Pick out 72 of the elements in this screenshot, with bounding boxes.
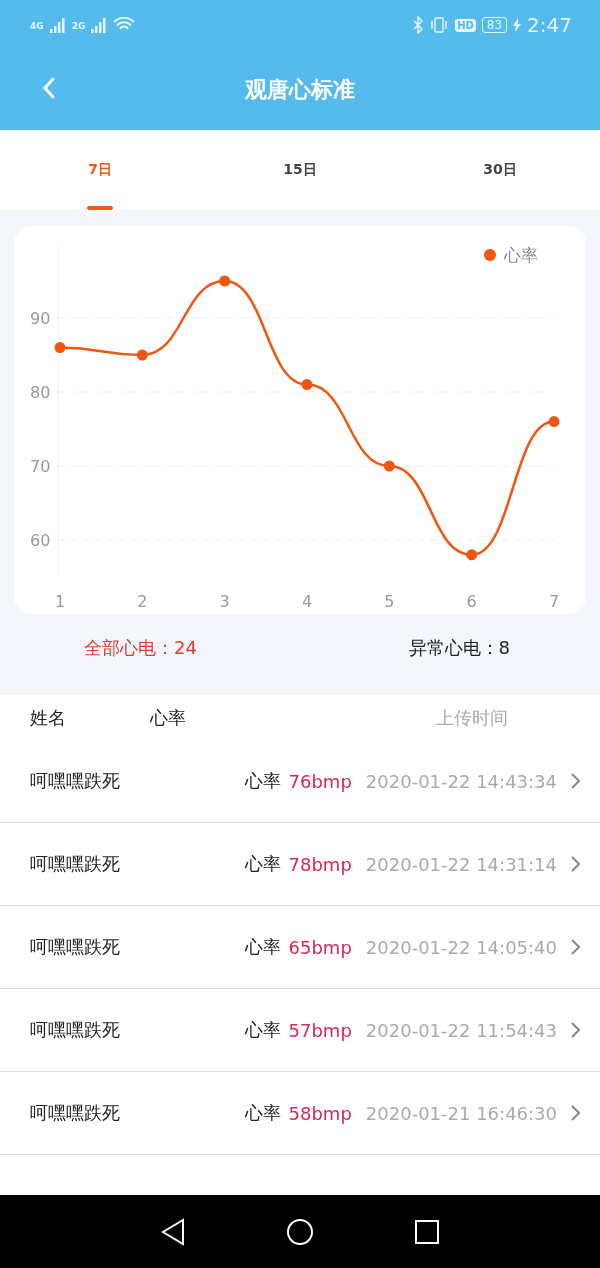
chevron-left-icon bbox=[42, 76, 56, 100]
record-row[interactable]: 呵嘿嘿跌死 心率 78bmp 2020-01-22 14:31:14 bbox=[0, 823, 600, 906]
x-tick-label: 3 bbox=[219, 592, 230, 611]
legend-marker bbox=[484, 249, 496, 261]
page-title: 观唐心标准 bbox=[245, 76, 355, 104]
data-point bbox=[548, 416, 560, 428]
heart-rate-label: 心率 bbox=[244, 1018, 281, 1042]
y-tick-label: 70 bbox=[30, 457, 51, 476]
y-tick-label: 80 bbox=[30, 383, 51, 402]
patient-name: 呵嘿嘿跌死 bbox=[30, 1101, 121, 1125]
recents-nav-icon[interactable] bbox=[414, 1218, 440, 1245]
record-row[interactable]: 呵嘿嘿跌死 心率 76bmp 2020-01-22 14:43:34 bbox=[0, 740, 600, 823]
heart-rate-label: 心率 bbox=[244, 935, 281, 959]
abnormal-ecg-count: 异常心电：8 bbox=[408, 636, 510, 660]
network-type: 2G bbox=[71, 21, 86, 31]
heart-rate-label: 心率 bbox=[244, 769, 281, 793]
heart-rate-value: 58bmp bbox=[288, 1102, 352, 1124]
bluetooth-icon bbox=[413, 16, 424, 34]
record-row[interactable]: 呵嘿嘿跌死 心率 57bmp 2020-01-22 11:54:43 bbox=[0, 989, 600, 1072]
period-tab[interactable]: 30日 bbox=[400, 130, 600, 210]
upload-time: 2020-01-22 14:43:34 bbox=[365, 770, 557, 792]
chevron-right-icon bbox=[571, 1105, 580, 1121]
legend-label: 心率 bbox=[504, 245, 538, 265]
patient-name: 呵嘿嘿跌死 bbox=[30, 769, 121, 793]
chevron-right-icon bbox=[571, 773, 580, 789]
upload-time: 2020-01-21 16:46:30 bbox=[365, 1102, 557, 1124]
back-nav-icon[interactable] bbox=[160, 1217, 186, 1246]
signal-icon bbox=[49, 17, 66, 33]
chevron-right-icon bbox=[571, 856, 580, 872]
x-tick-label: 6 bbox=[466, 592, 477, 611]
x-tick-label: 5 bbox=[384, 592, 395, 611]
column-header: 姓名 bbox=[30, 705, 67, 730]
heart-rate-label: 心率 bbox=[244, 1101, 281, 1125]
record-row[interactable]: 呵嘿嘿跌死 心率 58bmp 2020-01-21 16:46:30 bbox=[0, 1072, 600, 1155]
y-tick-label: 60 bbox=[30, 531, 51, 550]
total-ecg-count: 全部心电：24 bbox=[84, 636, 197, 660]
upload-time: 2020-01-22 14:31:14 bbox=[365, 853, 557, 875]
x-tick-label: 7 bbox=[548, 592, 560, 611]
charging-icon bbox=[513, 18, 522, 32]
hd-badge: HD bbox=[455, 18, 476, 32]
data-point bbox=[301, 379, 313, 391]
upload-time: 2020-01-22 11:54:43 bbox=[365, 1019, 557, 1041]
chevron-right-icon bbox=[571, 939, 580, 955]
network-type: 4G bbox=[30, 21, 44, 31]
vibrate-icon bbox=[429, 16, 450, 34]
record-row[interactable]: 呵嘿嘿跌死 心率 65bmp 2020-01-22 14:05:40 bbox=[0, 906, 600, 989]
heart-rate-value: 65bmp bbox=[288, 936, 352, 958]
patient-name: 呵嘿嘿跌死 bbox=[30, 1018, 121, 1042]
column-header: 心率 bbox=[150, 705, 187, 730]
y-tick-label: 90 bbox=[30, 309, 51, 328]
x-tick-label: 4 bbox=[301, 592, 313, 611]
data-point bbox=[136, 349, 148, 361]
patient-name: 呵嘿嘿跌死 bbox=[30, 852, 121, 876]
heart-rate-label: 心率 bbox=[244, 852, 281, 876]
x-tick-label: 2 bbox=[137, 592, 148, 611]
heart-rate-value: 78bmp bbox=[288, 853, 352, 875]
chevron-right-icon bbox=[571, 1022, 580, 1038]
x-tick-label: 1 bbox=[54, 592, 66, 611]
upload-time: 2020-01-22 14:05:40 bbox=[365, 936, 557, 958]
data-point bbox=[383, 460, 395, 472]
heart-rate-value: 76bmp bbox=[288, 770, 352, 792]
clock: 2:47 bbox=[527, 13, 572, 37]
home-nav-icon[interactable] bbox=[286, 1217, 314, 1246]
column-header: 上传时间 bbox=[436, 705, 508, 730]
period-tab[interactable]: 15日 bbox=[200, 130, 400, 210]
data-point bbox=[219, 275, 231, 287]
patient-name: 呵嘿嘿跌死 bbox=[30, 935, 121, 959]
data-point bbox=[466, 549, 478, 561]
data-point bbox=[54, 342, 66, 354]
battery-level: 83 bbox=[481, 17, 508, 33]
signal-icon bbox=[91, 17, 108, 33]
heart-rate-value: 57bmp bbox=[288, 1019, 352, 1041]
